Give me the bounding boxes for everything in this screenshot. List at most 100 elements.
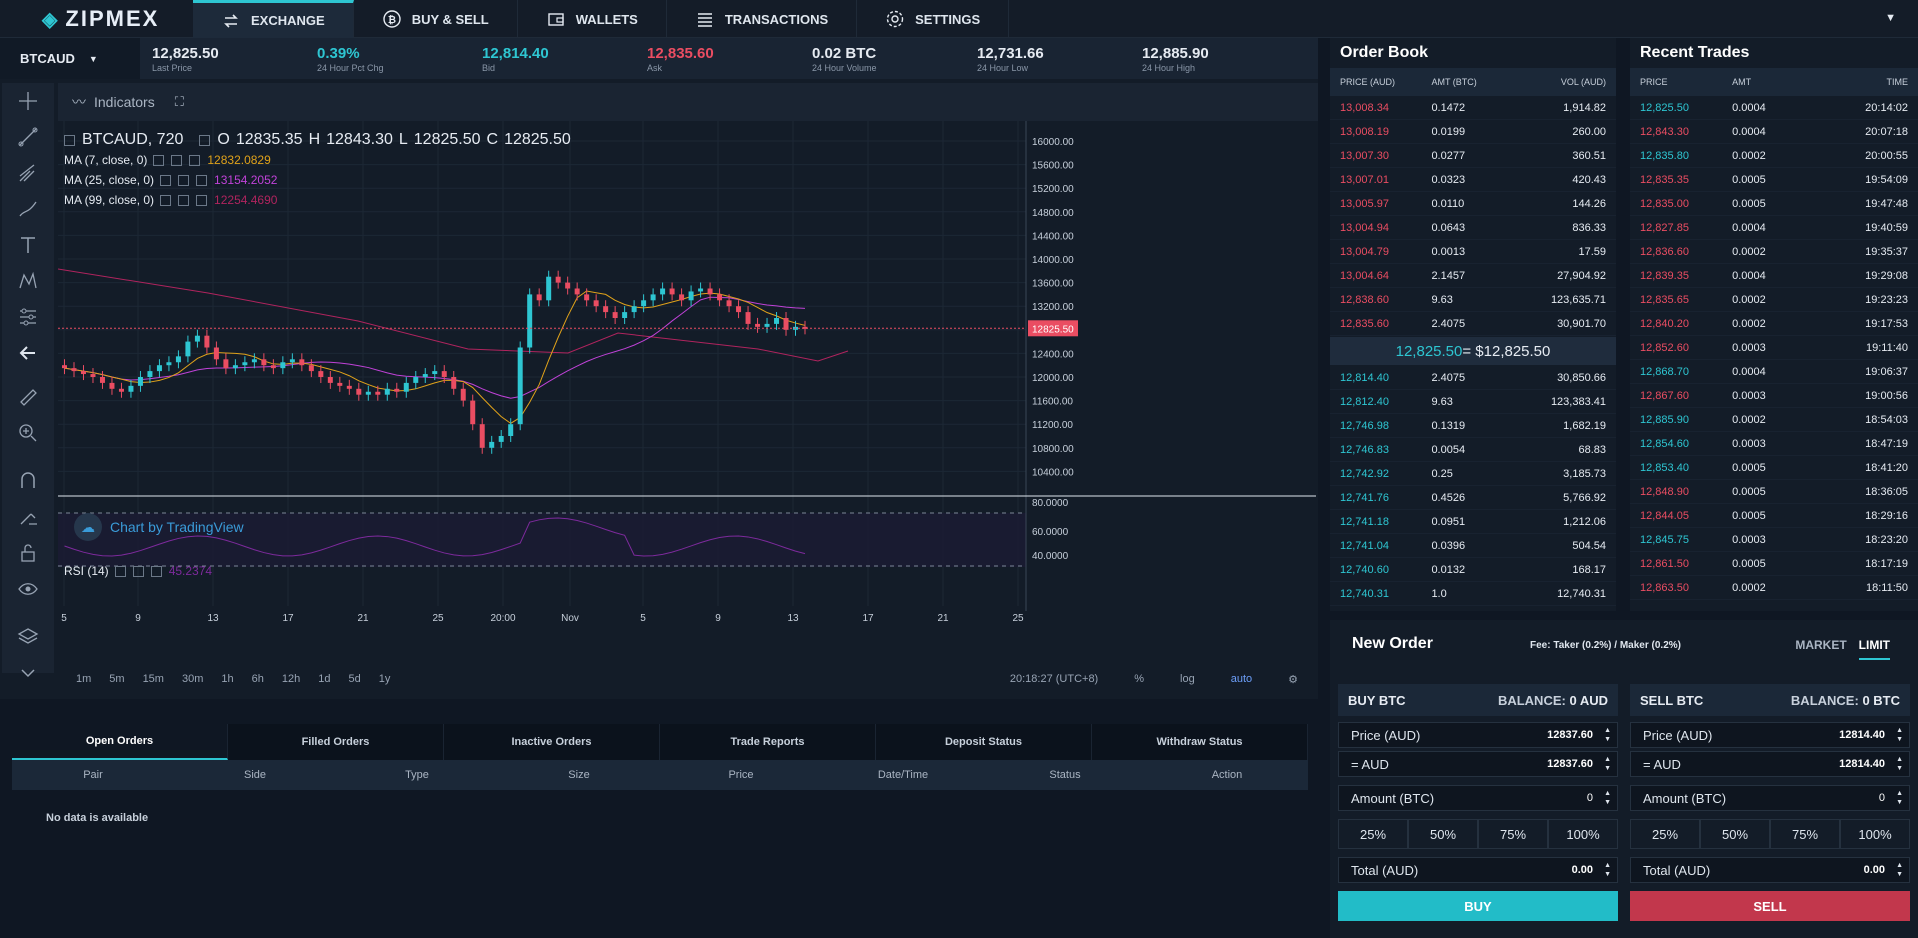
settings-icon[interactable] xyxy=(199,134,211,146)
market-tab[interactable]: MARKET xyxy=(1795,638,1846,660)
tf-5d[interactable]: 5d xyxy=(348,673,360,685)
text-icon[interactable] xyxy=(2,227,54,263)
tf-5m[interactable]: 5m xyxy=(109,673,124,685)
indicators-button[interactable]: Indicators xyxy=(94,94,155,110)
pitchfork-icon[interactable] xyxy=(2,155,54,191)
stepper-icon[interactable]: ▲ ▼ xyxy=(1604,726,1611,744)
stepper-icon[interactable]: ▲ ▼ xyxy=(1896,726,1903,744)
stepper-icon[interactable]: ▲ ▼ xyxy=(1604,755,1611,773)
prediction-icon[interactable] xyxy=(2,299,54,335)
stepper-icon[interactable]: ▲ ▼ xyxy=(1896,789,1903,807)
tf-12h[interactable]: 12h xyxy=(282,673,300,685)
percent-toggle[interactable]: % xyxy=(1134,673,1144,685)
orderbook.bids-row[interactable]: 12,741.76 0.4526 5,766.92 xyxy=(1330,486,1616,510)
orderbook.bids-row[interactable]: 12,812.40 9.63 123,383.41 xyxy=(1330,390,1616,414)
rsi-close-icon[interactable] xyxy=(150,565,162,577)
tab-trade-reports[interactable]: Trade Reports xyxy=(660,724,876,760)
ma99-close-icon[interactable] xyxy=(196,194,208,206)
orderbook.asks-row[interactable]: 13,004.64 2.1457 27,904.92 xyxy=(1330,264,1616,288)
buy-25-button[interactable]: 25% xyxy=(1338,819,1408,849)
lock-drawing-icon[interactable] xyxy=(2,499,54,535)
orderbook.asks-row[interactable]: 13,005.97 0.0110 144.26 xyxy=(1330,192,1616,216)
rsi-hide-icon[interactable] xyxy=(132,565,144,577)
orderbook.asks-row[interactable]: 13,007.01 0.0323 420.43 xyxy=(1330,168,1616,192)
tab-settings[interactable]: SETTINGS xyxy=(857,0,1010,38)
tab-filled-orders[interactable]: Filled Orders xyxy=(228,724,444,760)
stepper-icon[interactable]: ▲ ▼ xyxy=(1604,861,1611,879)
buy-50-button[interactable]: 50% xyxy=(1408,819,1478,849)
tf-15m[interactable]: 15m xyxy=(143,673,164,685)
zipmex-logo[interactable]: ◈ ZIPMEX xyxy=(0,0,193,38)
tab-exchange[interactable]: EXCHANGE xyxy=(193,0,354,38)
account-chevron-down-icon[interactable]: ▼ xyxy=(1885,12,1896,24)
orderbook.bids-row[interactable]: 12,742.92 0.25 3,185.73 xyxy=(1330,462,1616,486)
stepper-icon[interactable]: ▲ ▼ xyxy=(1896,755,1903,773)
sell-50-button[interactable]: 50% xyxy=(1700,819,1770,849)
orderbook.asks-row[interactable]: 13,007.30 0.0277 360.51 xyxy=(1330,144,1616,168)
orderbook.bids-row[interactable]: 12,814.40 2.4075 30,850.66 xyxy=(1330,366,1616,390)
ma25-settings-icon[interactable] xyxy=(160,174,172,186)
orderbook.asks-row[interactable]: 13,008.34 0.1472 1,914.82 xyxy=(1330,96,1616,120)
limit-tab[interactable]: LIMIT xyxy=(1858,638,1890,660)
tf-30m[interactable]: 30m xyxy=(182,673,203,685)
sell-75-button[interactable]: 75% xyxy=(1770,819,1840,849)
ma25-close-icon[interactable] xyxy=(196,174,208,186)
tf-1m[interactable]: 1m xyxy=(76,673,91,685)
tf-1h[interactable]: 1h xyxy=(221,673,233,685)
ma7-settings-icon[interactable] xyxy=(153,154,165,166)
tradingview-watermark[interactable]: ☁ Chart by TradingView xyxy=(74,513,244,541)
tab-transactions[interactable]: TRANSACTIONS xyxy=(667,0,858,38)
fullscreen-icon[interactable]: ⛶ xyxy=(175,94,184,110)
zoom-in-icon[interactable] xyxy=(2,415,54,451)
indicators-icon[interactable]: 〰 xyxy=(72,92,86,112)
orderbook.asks-row[interactable]: 12,838.60 9.63 123,635.71 xyxy=(1330,288,1616,312)
pattern-icon[interactable] xyxy=(2,263,54,299)
chart-settings-icon[interactable]: ⚙ xyxy=(1288,673,1298,686)
magnet-icon[interactable] xyxy=(2,463,54,499)
crosshair-icon[interactable] xyxy=(2,83,54,119)
trendline-icon[interactable] xyxy=(2,119,54,155)
orderbook.bids-row[interactable]: 12,741.18 0.0951 1,212.06 xyxy=(1330,510,1616,534)
orderbook.bids-row[interactable]: 12,741.04 0.0396 504.54 xyxy=(1330,534,1616,558)
brush-icon[interactable] xyxy=(2,191,54,227)
chevron-down-icon[interactable] xyxy=(2,655,54,691)
tf-1y[interactable]: 1y xyxy=(379,673,391,685)
sell-amount-input[interactable]: Amount (BTC) 0 ▲ ▼ xyxy=(1630,785,1910,811)
tab-deposit-status[interactable]: Deposit Status xyxy=(876,724,1092,760)
tab-withdraw-status[interactable]: Withdraw Status xyxy=(1092,724,1308,760)
buy-aud-input[interactable]: = AUD 12837.60 ▲ ▼ xyxy=(1338,751,1618,777)
ma25-hide-icon[interactable] xyxy=(178,174,190,186)
ma99-hide-icon[interactable] xyxy=(178,194,190,206)
orderbook.asks-row[interactable]: 12,835.60 2.4075 30,901.70 xyxy=(1330,312,1616,336)
tab-buy-sell[interactable]: ₿ BUY & SELL xyxy=(354,0,518,38)
collapse-icon[interactable] xyxy=(64,134,75,146)
log-toggle[interactable]: log xyxy=(1180,673,1195,685)
rsi-settings-icon[interactable] xyxy=(114,565,126,577)
orderbook.asks-row[interactable]: 13,004.79 0.0013 17.59 xyxy=(1330,240,1616,264)
orderbook.bids-row[interactable]: 12,746.98 0.1319 1,682.19 xyxy=(1330,414,1616,438)
tf-1d[interactable]: 1d xyxy=(318,673,330,685)
back-arrow-icon[interactable] xyxy=(2,335,54,371)
buy-75-button[interactable]: 75% xyxy=(1478,819,1548,849)
buy-price-input[interactable]: Price (AUD) 12837.60 ▲ ▼ xyxy=(1338,722,1618,748)
buy-total-input[interactable]: Total (AUD) 0.00 ▲ ▼ xyxy=(1338,857,1618,883)
ma7-hide-icon[interactable] xyxy=(171,154,183,166)
tf-6h[interactable]: 6h xyxy=(252,673,264,685)
sell-25-button[interactable]: 25% xyxy=(1630,819,1700,849)
ma99-settings-icon[interactable] xyxy=(160,194,172,206)
lock-icon[interactable] xyxy=(2,535,54,571)
tab-inactive-orders[interactable]: Inactive Orders xyxy=(444,724,660,760)
sell-100-button[interactable]: 100% xyxy=(1840,819,1910,849)
ma7-close-icon[interactable] xyxy=(189,154,201,166)
stepper-icon[interactable]: ▲ ▼ xyxy=(1604,789,1611,807)
sell-aud-input[interactable]: = AUD 12814.40 ▲ ▼ xyxy=(1630,751,1910,777)
orderbook.asks-row[interactable]: 13,008.19 0.0199 260.00 xyxy=(1330,120,1616,144)
orderbook.bids-row[interactable]: 12,746.83 0.0054 68.83 xyxy=(1330,438,1616,462)
buy-amount-input[interactable]: Amount (BTC) 0 ▲ ▼ xyxy=(1338,785,1618,811)
sell-button[interactable]: SELL xyxy=(1630,891,1910,921)
layers-icon[interactable] xyxy=(2,619,54,655)
sell-total-input[interactable]: Total (AUD) 0.00 ▲ ▼ xyxy=(1630,857,1910,883)
pair-selector[interactable]: BTCAUD ▼ xyxy=(0,38,140,79)
ruler-icon[interactable] xyxy=(2,379,54,415)
tab-open-orders[interactable]: Open Orders xyxy=(12,724,228,760)
